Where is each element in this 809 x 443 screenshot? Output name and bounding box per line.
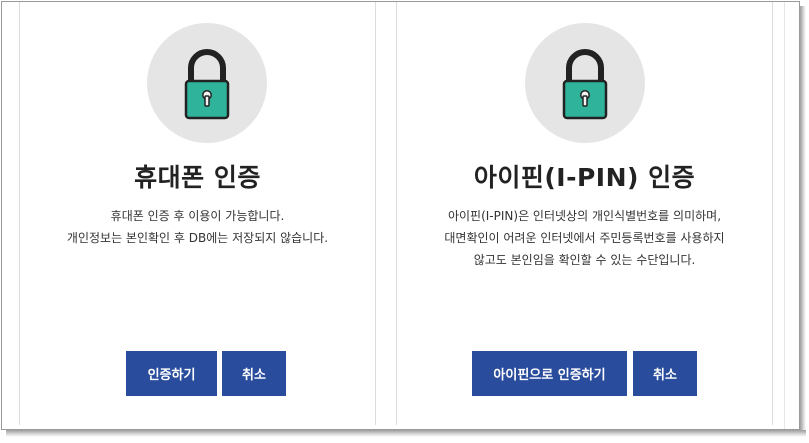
ipin-auth-desc-line: 대면확인이 어려운 인터넷에서 주민등록번호를 사용하지: [444, 231, 725, 245]
window-shadow-right: [800, 6, 806, 432]
ipin-auth-card: 아이핀(I-PIN) 인증 아이핀(I-PIN)은 인터넷상의 개인식별번호를 …: [396, 2, 773, 425]
phone-auth-button[interactable]: 인증하기: [126, 351, 217, 396]
phone-auth-card: 휴대폰 인증 휴대폰 인증 후 이용이 가능합니다. 개인정보는 본인확인 후 …: [19, 2, 376, 425]
phone-auth-desc-line: 개인정보는 본인확인 후 DB에는 저장되지 않습니다.: [66, 231, 329, 245]
window-frame: 휴대폰 인증 휴대폰 인증 후 이용이 가능합니다. 개인정보는 본인확인 후 …: [1, 1, 800, 430]
ipin-auth-description: 아이핀(I-PIN)은 인터넷상의 개인식별번호를 의미하며, 대면확인이 어려…: [397, 205, 772, 271]
phone-auth-icon-circle: [147, 23, 267, 143]
next-card-edge: [784, 2, 785, 429]
ipin-auth-desc-line: 아이핀(I-PIN)은 인터넷상의 개인식별번호를 의미하며,: [447, 209, 722, 223]
window-shadow-bottom: [6, 430, 806, 437]
phone-cancel-button[interactable]: 취소: [222, 351, 286, 396]
lock-icon: [562, 49, 608, 120]
ipin-auth-button[interactable]: 아이핀으로 인증하기: [472, 351, 627, 396]
lock-icon: [184, 49, 230, 120]
phone-auth-desc-line: 휴대폰 인증 후 이용이 가능합니다.: [110, 209, 285, 223]
ipin-auth-icon-circle: [525, 23, 645, 143]
phone-auth-description: 휴대폰 인증 후 이용이 가능합니다. 개인정보는 본인확인 후 DB에는 저장…: [20, 205, 375, 249]
ipin-auth-desc-line: 않고도 본인임을 확인할 수 있는 수단입니다.: [473, 253, 696, 267]
ipin-cancel-button[interactable]: 취소: [633, 351, 697, 396]
ipin-auth-title: 아이핀(I-PIN) 인증: [473, 163, 696, 192]
phone-auth-title: 휴대폰 인증: [134, 163, 261, 192]
